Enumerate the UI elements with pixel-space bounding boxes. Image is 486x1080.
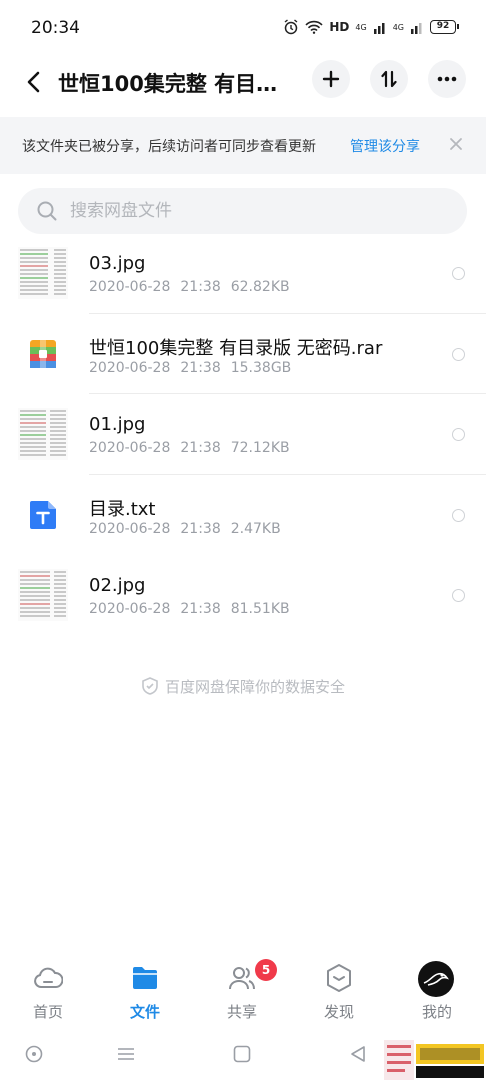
search-icon bbox=[37, 201, 57, 221]
nav-home-button[interactable] bbox=[230, 1042, 254, 1066]
tab-label: 首页 bbox=[32, 1003, 63, 1021]
file-meta: 2020-06-28 21:38 72.12KB bbox=[89, 440, 290, 456]
tab-label: 共享 bbox=[226, 1003, 257, 1021]
network-label-2: 4G bbox=[392, 22, 404, 32]
triangle-back-icon bbox=[351, 1046, 365, 1062]
manage-share-link[interactable]: 管理该分享 bbox=[350, 136, 420, 156]
header: 世恒100集完整 有目录… bbox=[0, 58, 486, 108]
select-checkbox[interactable] bbox=[452, 267, 465, 280]
archive-file-icon bbox=[30, 339, 56, 368]
status-time: 20:34 bbox=[31, 18, 80, 38]
notification-badge: 5 bbox=[255, 959, 277, 981]
add-button[interactable] bbox=[312, 60, 350, 98]
nav-menu-button[interactable] bbox=[114, 1042, 138, 1066]
file-row[interactable]: 世恒100集完整 有目录版 无密码.rar 2020-06-28 21:38 15.… bbox=[0, 314, 486, 395]
nav-back-button[interactable] bbox=[346, 1042, 370, 1066]
tab-label: 我的 bbox=[421, 1003, 452, 1021]
file-row[interactable]: 02.jpg 2020-06-28 21:38 81.51KB bbox=[0, 555, 486, 636]
text-file-icon bbox=[30, 500, 56, 529]
security-note-text: 百度网盘保障你的数据安全 bbox=[164, 678, 345, 696]
tab-label: 文件 bbox=[129, 1003, 160, 1021]
file-name: 01.jpg bbox=[89, 414, 146, 435]
select-checkbox[interactable] bbox=[452, 589, 465, 602]
tab-home[interactable]: 首页 bbox=[8, 955, 88, 1025]
share-notice: 该文件夹已被分享，后续访问者可同步查看更新 管理该分享 bbox=[0, 117, 486, 174]
hd-indicator: HD bbox=[329, 20, 350, 34]
network-label-1: 4G bbox=[355, 22, 367, 32]
status-icons: HD 4G 4G 92 bbox=[283, 19, 459, 35]
select-checkbox[interactable] bbox=[452, 508, 465, 522]
page-title: 世恒100集完整 有目录… bbox=[58, 72, 298, 96]
nav-assistant-button[interactable] bbox=[22, 1042, 46, 1066]
alarm-icon bbox=[284, 19, 298, 35]
folder-icon bbox=[133, 967, 157, 989]
file-name: 02.jpg bbox=[89, 575, 146, 596]
file-row[interactable]: 目录.txt 2020-06-28 21:38 2.47KB bbox=[0, 475, 486, 556]
file-name: 世恒100集完整 有目录版 无密码.rar bbox=[89, 337, 383, 359]
watermark-logo bbox=[384, 1040, 484, 1080]
square-icon bbox=[233, 1045, 251, 1063]
select-checkbox[interactable] bbox=[452, 347, 465, 361]
sort-button[interactable] bbox=[370, 60, 408, 98]
file-list: 03.jpg 2020-06-28 21:38 62.82KB 世恒100集完整 有… bbox=[0, 233, 486, 636]
file-meta: 2020-06-28 21:38 15.38GB bbox=[89, 359, 292, 376]
file-meta: 2020-06-28 21:38 81.51KB bbox=[89, 601, 290, 617]
dot-circle-icon bbox=[25, 1045, 43, 1063]
signal-icon bbox=[373, 23, 385, 34]
shield-icon bbox=[142, 677, 158, 695]
back-button[interactable] bbox=[18, 66, 50, 98]
battery-icon: 92 bbox=[430, 20, 459, 34]
file-meta: 2020-06-28 21:38 62.82KB bbox=[89, 279, 290, 295]
wifi-icon bbox=[305, 20, 323, 34]
back-icon bbox=[27, 71, 40, 93]
tab-files[interactable]: 文件 bbox=[105, 955, 185, 1025]
signal-icon-2 bbox=[411, 23, 422, 34]
tab-bar: 首页 文件 5 共享 发现 我的 bbox=[0, 955, 486, 1025]
avatar bbox=[418, 961, 454, 997]
security-note: 百度网盘保障你的数据安全 bbox=[0, 676, 486, 697]
sort-icon bbox=[381, 70, 397, 88]
tab-discover[interactable]: 发现 bbox=[299, 955, 379, 1025]
select-checkbox[interactable] bbox=[452, 428, 465, 441]
file-name: 03.jpg bbox=[89, 253, 146, 274]
cloud-icon bbox=[34, 967, 63, 988]
close-icon bbox=[450, 138, 462, 150]
share-notice-text: 该文件夹已被分享，后续访问者可同步查看更新 bbox=[22, 139, 316, 155]
plus-icon bbox=[322, 70, 340, 88]
image-thumbnail bbox=[18, 247, 68, 299]
more-button[interactable] bbox=[428, 60, 466, 98]
file-meta: 2020-06-28 21:38 2.47KB bbox=[89, 520, 281, 537]
discover-icon bbox=[327, 964, 351, 992]
tab-share[interactable]: 5 共享 bbox=[202, 955, 282, 1025]
search-bar[interactable] bbox=[18, 188, 467, 234]
image-thumbnail bbox=[18, 408, 68, 460]
image-thumbnail bbox=[18, 569, 68, 621]
file-row[interactable]: 01.jpg 2020-06-28 21:38 72.12KB bbox=[0, 394, 486, 475]
people-icon bbox=[229, 967, 255, 990]
tab-label: 发现 bbox=[323, 1003, 354, 1021]
more-icon bbox=[437, 76, 457, 82]
status-bar: 20:34 HD 4G 4G 92 bbox=[0, 0, 486, 58]
file-row[interactable]: 03.jpg 2020-06-28 21:38 62.82KB bbox=[0, 233, 486, 314]
menu-icon bbox=[118, 1048, 134, 1060]
search-input[interactable] bbox=[70, 188, 450, 234]
file-name: 目录.txt bbox=[89, 498, 156, 520]
tab-profile[interactable]: 我的 bbox=[397, 955, 477, 1025]
notice-close-button[interactable] bbox=[444, 132, 468, 156]
